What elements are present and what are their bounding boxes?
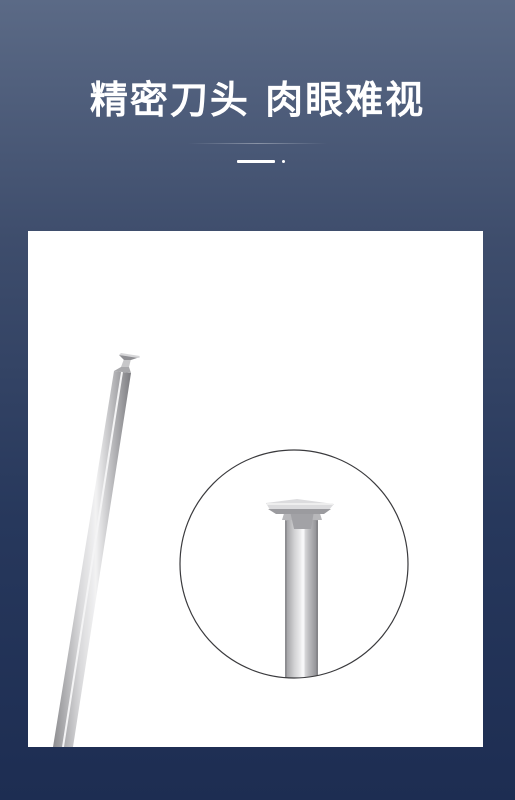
bit-shank	[53, 371, 131, 747]
product-image-panel	[28, 231, 483, 747]
page-title: 精密刀头 肉眼难视	[89, 78, 426, 122]
zoom-circle	[179, 449, 409, 679]
bit-tip	[114, 353, 140, 373]
title-accent-dot	[282, 160, 285, 163]
engraving-bit-illustration	[53, 353, 409, 747]
title-accent-dash	[237, 160, 275, 163]
title-divider-line	[188, 143, 327, 144]
